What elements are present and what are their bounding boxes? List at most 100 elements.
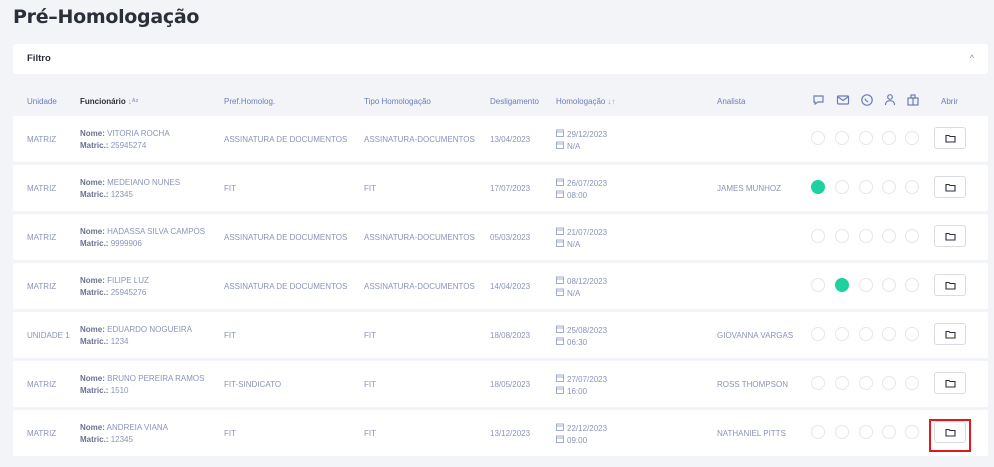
chevron-up-icon[interactable]: ^ <box>970 53 974 63</box>
nome-label: Nome: <box>80 374 105 383</box>
unidade-cell: MATRIZ <box>27 233 57 242</box>
time-value: N/A <box>567 289 581 298</box>
desligamento-cell: 05/03/2023 <box>490 233 531 242</box>
status-indicator <box>811 425 825 439</box>
sort-icon[interactable]: ↓↑ <box>607 97 615 106</box>
unidade-cell: UNIDADE 1 <box>27 331 70 340</box>
matric-label: Matric.: <box>80 141 109 150</box>
status-indicator <box>811 327 825 341</box>
open-folder-button[interactable] <box>934 176 966 198</box>
status-indicator <box>835 131 849 145</box>
table-row: MATRIZ Nome: HADASSA SILVA CAMPOS Matric… <box>13 214 988 260</box>
homologation-table: Unidade Funcionário ↓ᴬᶻ Pref.Homolog. Tip… <box>13 86 988 459</box>
matric-value: 25945276 <box>110 288 147 297</box>
matric-label: Matric.: <box>80 288 109 297</box>
calendar-icon <box>556 141 564 151</box>
open-folder-button[interactable] <box>934 372 966 394</box>
status-indicator <box>905 131 919 145</box>
time-value: 16:00 <box>567 387 588 396</box>
homologacao-date: 22/12/2023 <box>556 423 607 433</box>
nome-label: Nome: <box>80 276 105 285</box>
matric-label: Matric.: <box>80 190 109 199</box>
open-folder-button[interactable] <box>934 274 966 296</box>
calendar-icon <box>556 239 564 249</box>
open-folder-button[interactable] <box>934 225 966 247</box>
mail-icon <box>836 95 850 105</box>
status-indicator <box>811 229 825 243</box>
nome-value: HADASSA SILVA CAMPOS <box>107 227 206 236</box>
pref-homolog-cell: FIT <box>224 429 236 438</box>
open-folder-button[interactable] <box>934 323 966 345</box>
calendar-icon <box>556 178 564 188</box>
status-indicator <box>905 425 919 439</box>
status-indicator <box>859 327 873 341</box>
calendar-icon <box>556 337 564 347</box>
col-funcionario[interactable]: Funcionário ↓ᴬᶻ <box>80 97 139 106</box>
homologacao-time: N/A <box>556 288 580 298</box>
table-row: MATRIZ Nome: VITORIA ROCHA Matric.: 2594… <box>13 116 988 162</box>
calendar-icon <box>556 288 564 298</box>
status-indicator <box>882 376 896 390</box>
homologacao-time: 08:00 <box>556 190 587 200</box>
status-indicator <box>882 425 896 439</box>
highlight-box <box>929 419 971 452</box>
tipo-homologacao-cell: ASSINATURA-DOCUMENTOS <box>364 135 475 144</box>
status-indicator <box>835 376 849 390</box>
filter-panel[interactable]: Filtro ^ <box>13 44 988 74</box>
matric-value: 1234 <box>110 337 129 346</box>
homologacao-time: 09:00 <box>556 435 587 445</box>
desligamento-cell: 13/12/2023 <box>490 429 531 438</box>
status-indicator <box>811 131 825 145</box>
person-icon <box>884 94 896 106</box>
status-indicator <box>859 131 873 145</box>
matric-value: 9999906 <box>110 239 142 248</box>
chat-icon <box>813 95 824 106</box>
homologacao-date: 26/07/2023 <box>556 178 607 188</box>
homologacao-date: 27/07/2023 <box>556 374 607 384</box>
analista-cell: NATHANIEL PITTS <box>717 429 786 438</box>
homologacao-time: 16:00 <box>556 386 587 396</box>
tipo-homologacao-cell: FIT <box>364 429 376 438</box>
status-indicator <box>882 180 896 194</box>
status-indicator <box>859 425 873 439</box>
pref-homolog-cell: ASSINATURA DE DOCUMENTOS <box>224 282 348 291</box>
matric-value: 25945274 <box>110 141 147 150</box>
nome-value: BRUNO PEREIRA RAMOS <box>107 374 205 383</box>
time-value: N/A <box>567 240 581 249</box>
desligamento-cell: 14/04/2023 <box>490 282 531 291</box>
pref-homolog-cell: FIT <box>224 184 236 193</box>
unidade-cell: MATRIZ <box>27 380 57 389</box>
tipo-homologacao-cell: FIT <box>364 184 376 193</box>
nome-label: Nome: <box>80 178 105 187</box>
unidade-cell: MATRIZ <box>27 282 57 291</box>
col-homologacao-label: Homologação <box>556 97 606 106</box>
nome-value: VITORIA ROCHA <box>107 129 170 138</box>
homologacao-date: 29/12/2023 <box>556 129 607 139</box>
time-value: 08:00 <box>567 191 588 200</box>
homologacao-time: 06:30 <box>556 337 587 347</box>
tipo-homologacao-cell: ASSINATURA-DOCUMENTOS <box>364 282 475 291</box>
calendar-icon <box>556 435 564 445</box>
homologacao-date: 08/12/2023 <box>556 276 607 286</box>
status-indicator <box>905 229 919 243</box>
page-title: Pré–Homologação <box>13 6 200 28</box>
date-value: 22/12/2023 <box>567 424 608 433</box>
status-indicator <box>905 327 919 341</box>
open-folder-button[interactable] <box>934 127 966 149</box>
status-indicator <box>882 229 896 243</box>
analista-cell: GIOVANNA VARGAS <box>717 331 794 340</box>
status-indicator <box>905 180 919 194</box>
employee-name: Nome: FILIPE LUZ <box>80 276 149 285</box>
nome-value: EDUARDO NOGUEIRA <box>107 325 193 334</box>
employee-matric: Matric.: 25945274 <box>80 141 146 150</box>
status-indicator <box>882 327 896 341</box>
date-value: 27/07/2023 <box>567 375 608 384</box>
time-value: N/A <box>567 142 581 151</box>
sort-az-icon[interactable]: ↓ᴬᶻ <box>128 97 139 106</box>
nome-label: Nome: <box>80 129 105 138</box>
col-pref-homolog: Pref.Homolog. <box>224 97 276 106</box>
employee-name: Nome: BRUNO PEREIRA RAMOS <box>80 374 204 383</box>
status-indicator <box>835 425 849 439</box>
desligamento-cell: 18/08/2023 <box>490 331 531 340</box>
col-homologacao[interactable]: Homologação ↓↑ <box>556 97 615 106</box>
